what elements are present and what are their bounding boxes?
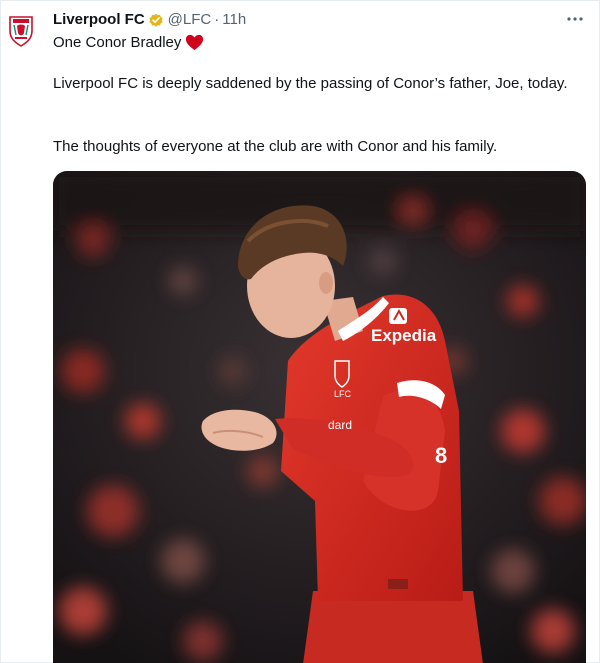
shirt-number: 8 <box>435 443 447 468</box>
more-horizontal-icon[interactable] <box>563 9 587 29</box>
separator-dot: · <box>214 11 220 28</box>
crest-text: LFC <box>334 389 352 399</box>
tweet-paragraph-2: The thoughts of everyone at the club are… <box>53 138 498 155</box>
tweet-text-first-line: One Conor Bradley <box>53 34 182 51</box>
kit-sponsor-text: Expedia <box>371 326 437 345</box>
timestamp[interactable]: 11h <box>222 10 246 30</box>
author-handle[interactable]: @LFC <box>168 10 212 30</box>
tweet-text-line1: One Conor Bradley <box>53 32 559 53</box>
player-photo: Expedia LFC 8 dard <box>53 171 586 663</box>
author-name[interactable]: Liverpool FC <box>53 10 145 30</box>
tweet-card[interactable]: Liverpool FC @LFC · 11h One Conor Bradle… <box>0 0 600 663</box>
kit-partial-text: dard <box>328 418 352 432</box>
tweet-header: Liverpool FC @LFC · 11h <box>53 9 587 31</box>
tweet-paragraph-1: Liverpool FC is deeply saddened by the p… <box>53 75 568 92</box>
red-heart-icon <box>185 33 204 52</box>
liverpool-crest-icon <box>9 16 33 47</box>
verified-badge-icon <box>148 12 164 28</box>
tweet-photo[interactable]: Expedia LFC 8 dard <box>53 171 586 663</box>
avatar[interactable] <box>7 13 35 47</box>
